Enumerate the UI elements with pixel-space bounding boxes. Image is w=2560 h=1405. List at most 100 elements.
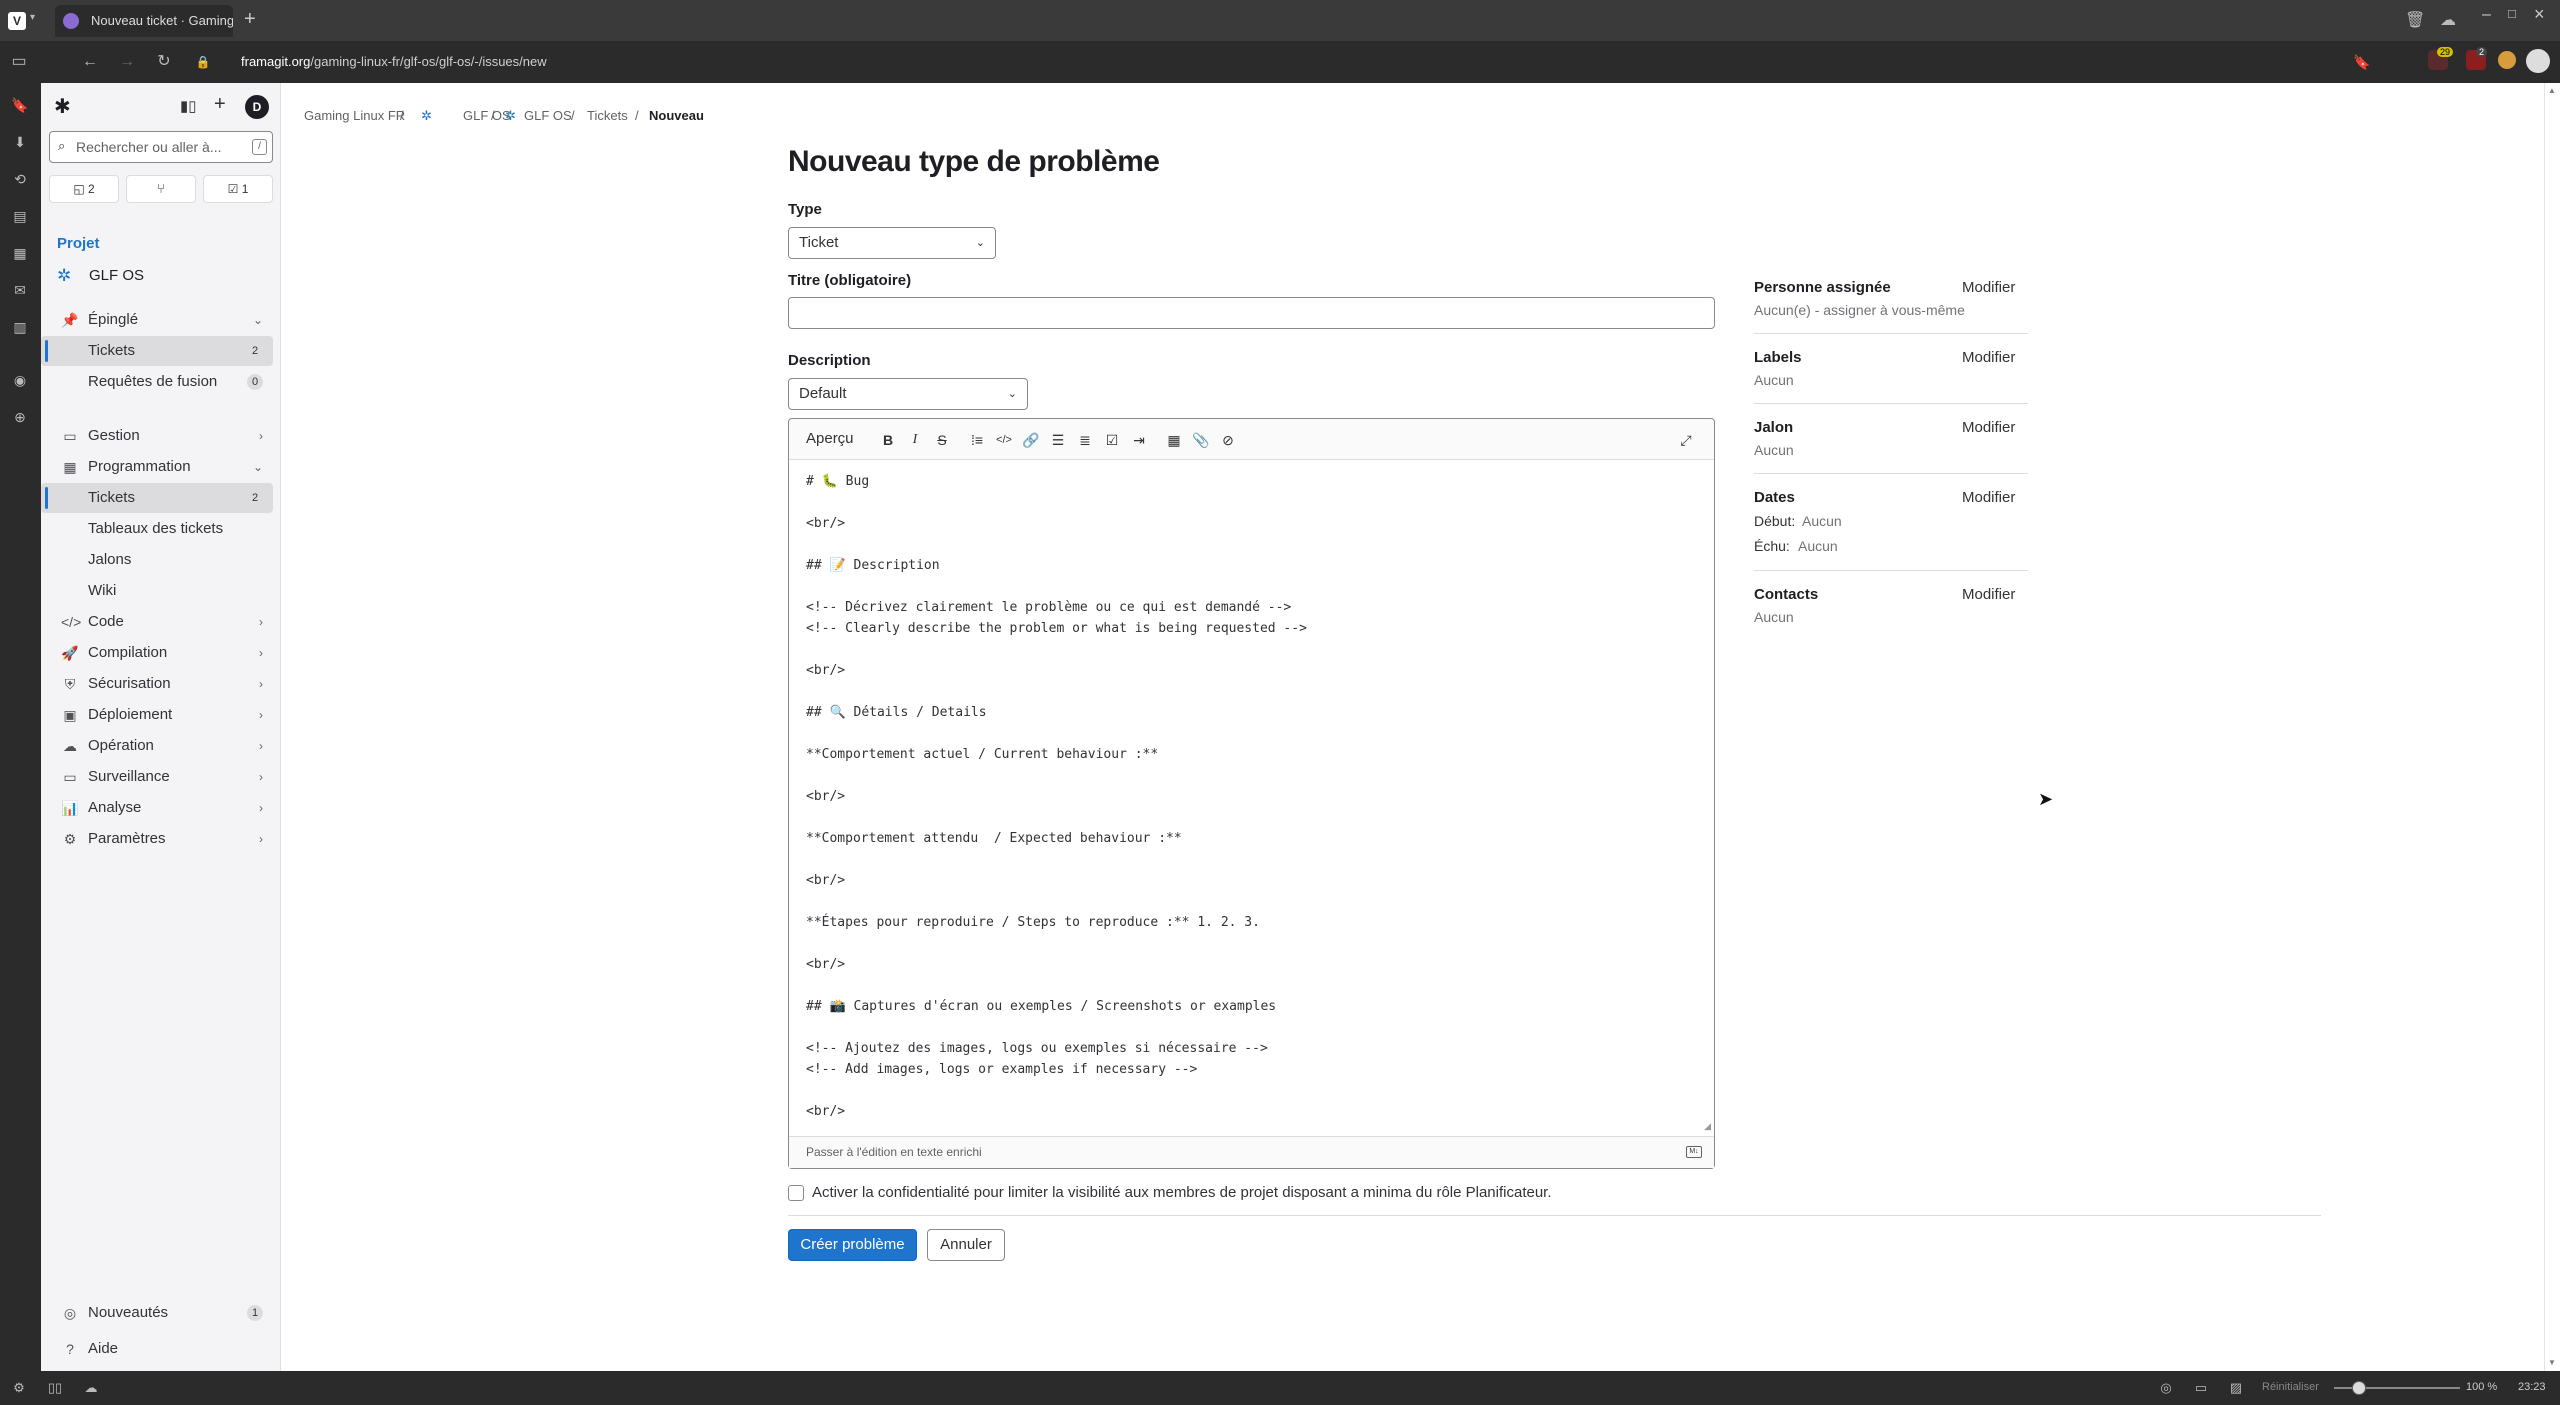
- mastodon-panel-icon[interactable]: ◉: [9, 370, 31, 390]
- calendar-panel-icon[interactable]: ▥: [9, 317, 31, 337]
- sidebar-item-parametres[interactable]: ⚙ Paramètres ›: [41, 824, 273, 854]
- tile-tabs-icon[interactable]: ▯▯: [44, 1378, 66, 1398]
- extension-cookie-icon[interactable]: [2498, 51, 2516, 69]
- bold-icon[interactable]: B: [877, 429, 899, 451]
- template-select[interactable]: Default ⌄: [788, 378, 1028, 410]
- site-info-lock-icon[interactable]: 🔒: [192, 52, 214, 72]
- user-avatar[interactable]: D: [245, 95, 269, 119]
- capture-icon[interactable]: ◎: [2155, 1378, 2177, 1398]
- reading-list-panel-icon[interactable]: ▦: [9, 243, 31, 263]
- scroll-up-icon[interactable]: ▲: [2548, 86, 2556, 95]
- framagit-logo-icon[interactable]: ✱: [54, 95, 78, 119]
- sidebar-item-securisation[interactable]: ⛨ Sécurisation ›: [41, 669, 273, 699]
- preview-tab[interactable]: Aperçu: [806, 430, 854, 447]
- url-field[interactable]: framagit.org/gaming-linux-fr/glf-os/glf-…: [241, 51, 547, 73]
- reload-icon[interactable]: ↻: [153, 52, 175, 72]
- fullscreen-icon[interactable]: ⤢: [1675, 429, 1697, 451]
- dates-edit-button[interactable]: Modifier: [1962, 489, 2015, 506]
- bookmarks-panel-icon[interactable]: 🔖: [9, 95, 31, 115]
- sidebar-item-surveillance[interactable]: ▭ Surveillance ›: [41, 762, 273, 792]
- sidebar-item-gestion[interactable]: ▭ Gestion ›: [41, 421, 273, 451]
- mail-panel-icon[interactable]: ✉: [9, 280, 31, 300]
- breadcrumb-item[interactable]: GLF OS: [463, 107, 511, 125]
- sidebar-item-compilation[interactable]: 🚀 Compilation ›: [41, 638, 273, 668]
- add-web-panel-icon[interactable]: ⊕: [9, 407, 31, 427]
- collapse-sidebar-icon[interactable]: ▮▯: [180, 97, 197, 115]
- milestone-edit-button[interactable]: Modifier: [1962, 419, 2015, 436]
- sidebar-item-whats-new[interactable]: ◎ Nouveautés 1: [41, 1298, 273, 1328]
- vivaldi-menu-icon[interactable]: V: [8, 12, 26, 30]
- quick-actions-icon[interactable]: ⊘: [1217, 429, 1239, 451]
- attach-file-icon[interactable]: 📎: [1190, 429, 1212, 451]
- sidebar-pinned-toggle[interactable]: 📌 Épinglé ⌄: [41, 305, 273, 335]
- zoom-slider-handle[interactable]: [2352, 1381, 2366, 1395]
- sidebar-item-help[interactable]: ? Aide: [41, 1334, 273, 1364]
- panel-toggle-icon[interactable]: ▭: [8, 52, 30, 72]
- downloads-panel-icon[interactable]: ⬇: [9, 132, 31, 152]
- sidebar-item-analyse[interactable]: 📊 Analyse ›: [41, 793, 273, 823]
- assignee-value[interactable]: Aucun(e) - assigner à vous-même: [1754, 302, 1965, 318]
- confidential-checkbox[interactable]: [788, 1185, 804, 1201]
- images-toggle-icon[interactable]: ▨: [2225, 1378, 2247, 1398]
- back-icon[interactable]: ←: [79, 52, 101, 72]
- notes-panel-icon[interactable]: ▤: [9, 206, 31, 226]
- cloud-icon[interactable]: ☁: [80, 1378, 102, 1398]
- sidebar-item-operation[interactable]: ☁ Opération ›: [41, 731, 273, 761]
- sidebar-item-milestones[interactable]: Jalons: [41, 545, 273, 575]
- description-textarea[interactable]: # 🐛 Bug <br/> ## 📝 Description <!-- Décr…: [806, 471, 1307, 1122]
- link-icon[interactable]: 🔗: [1020, 429, 1042, 451]
- bookmark-icon[interactable]: 🔖: [2351, 52, 2373, 72]
- settings-icon[interactable]: ⚙: [8, 1378, 30, 1398]
- assignee-edit-button[interactable]: Modifier: [1962, 279, 2015, 296]
- cloud-sync-icon[interactable]: ☁: [2440, 10, 2456, 30]
- sidebar-item-tickets[interactable]: Tickets 2: [41, 483, 273, 513]
- maximize-icon[interactable]: □: [2508, 6, 2516, 21]
- history-panel-icon[interactable]: ⟲: [9, 169, 31, 189]
- scroll-down-icon[interactable]: ▼: [2548, 1358, 2556, 1367]
- task-list-icon[interactable]: ☑: [1101, 429, 1123, 451]
- type-select[interactable]: Ticket ⌄: [788, 227, 996, 259]
- new-tab-icon[interactable]: +: [244, 8, 256, 31]
- forward-icon[interactable]: →: [116, 52, 138, 72]
- indent-icon[interactable]: ⇥: [1128, 429, 1150, 451]
- bullet-list-icon[interactable]: ☰: [1047, 429, 1069, 451]
- labels-edit-button[interactable]: Modifier: [1962, 349, 2015, 366]
- italic-icon[interactable]: I: [904, 429, 926, 451]
- search-input[interactable]: ⌕ Rechercher ou aller à... /: [49, 131, 273, 163]
- sidebar-item-wiki[interactable]: Wiki: [41, 576, 273, 606]
- tab-list-chevron-icon[interactable]: ▾: [30, 12, 35, 23]
- page-tiling-icon[interactable]: ▭: [2190, 1378, 2212, 1398]
- sidebar-item-issue-boards[interactable]: Tableaux des tickets: [41, 514, 273, 544]
- project-name[interactable]: GLF OS: [89, 267, 144, 284]
- contacts-edit-button[interactable]: Modifier: [1962, 586, 2015, 603]
- merge-requests-counter-button[interactable]: ⑂: [126, 175, 196, 203]
- page-scrollbar[interactable]: ▲ ▼: [2544, 83, 2560, 1371]
- create-issue-button[interactable]: Créer problème: [788, 1229, 917, 1261]
- create-new-icon[interactable]: +: [214, 93, 226, 116]
- todos-counter-button[interactable]: ☑ 1: [203, 175, 273, 203]
- title-input[interactable]: [788, 297, 1715, 329]
- breadcrumb-item[interactable]: GLF OS: [524, 107, 572, 125]
- code-icon[interactable]: </>: [993, 429, 1015, 451]
- table-icon[interactable]: ▦: [1163, 429, 1185, 451]
- heading-icon[interactable]: ⁞≡: [966, 429, 988, 451]
- sidebar-item-code[interactable]: </> Code ›: [41, 607, 273, 637]
- sidebar-item-programmation[interactable]: ▦ Programmation ⌄: [41, 452, 273, 482]
- sidebar-item-pinned-merge-requests[interactable]: Requêtes de fusion 0: [41, 367, 273, 397]
- resize-handle-icon[interactable]: ◢: [1704, 1121, 1711, 1132]
- close-window-icon[interactable]: ×: [2534, 4, 2545, 25]
- zoom-reset-button[interactable]: Réinitialiser: [2262, 1381, 2319, 1393]
- breadcrumb-item[interactable]: Tickets: [587, 107, 628, 125]
- strikethrough-icon[interactable]: S: [931, 429, 953, 451]
- trash-icon[interactable]: 🗑: [2405, 10, 2425, 30]
- breadcrumb-item[interactable]: Gaming Linux FR: [304, 107, 405, 125]
- browser-tab-active[interactable]: Nouveau ticket · Gaming Li: [55, 5, 233, 37]
- issues-counter-button[interactable]: ◱ 2: [49, 175, 119, 203]
- minimize-icon[interactable]: –: [2482, 6, 2491, 24]
- rich-text-switch[interactable]: Passer à l'édition en texte enrichi: [806, 1145, 982, 1159]
- profile-avatar-icon[interactable]: [2526, 49, 2550, 73]
- sidebar-item-pinned-tickets[interactable]: Tickets 2: [41, 336, 273, 366]
- numbered-list-icon[interactable]: ≣: [1074, 429, 1096, 451]
- sidebar-item-deploiement[interactable]: ▣ Déploiement ›: [41, 700, 273, 730]
- cancel-button[interactable]: Annuler: [927, 1229, 1005, 1261]
